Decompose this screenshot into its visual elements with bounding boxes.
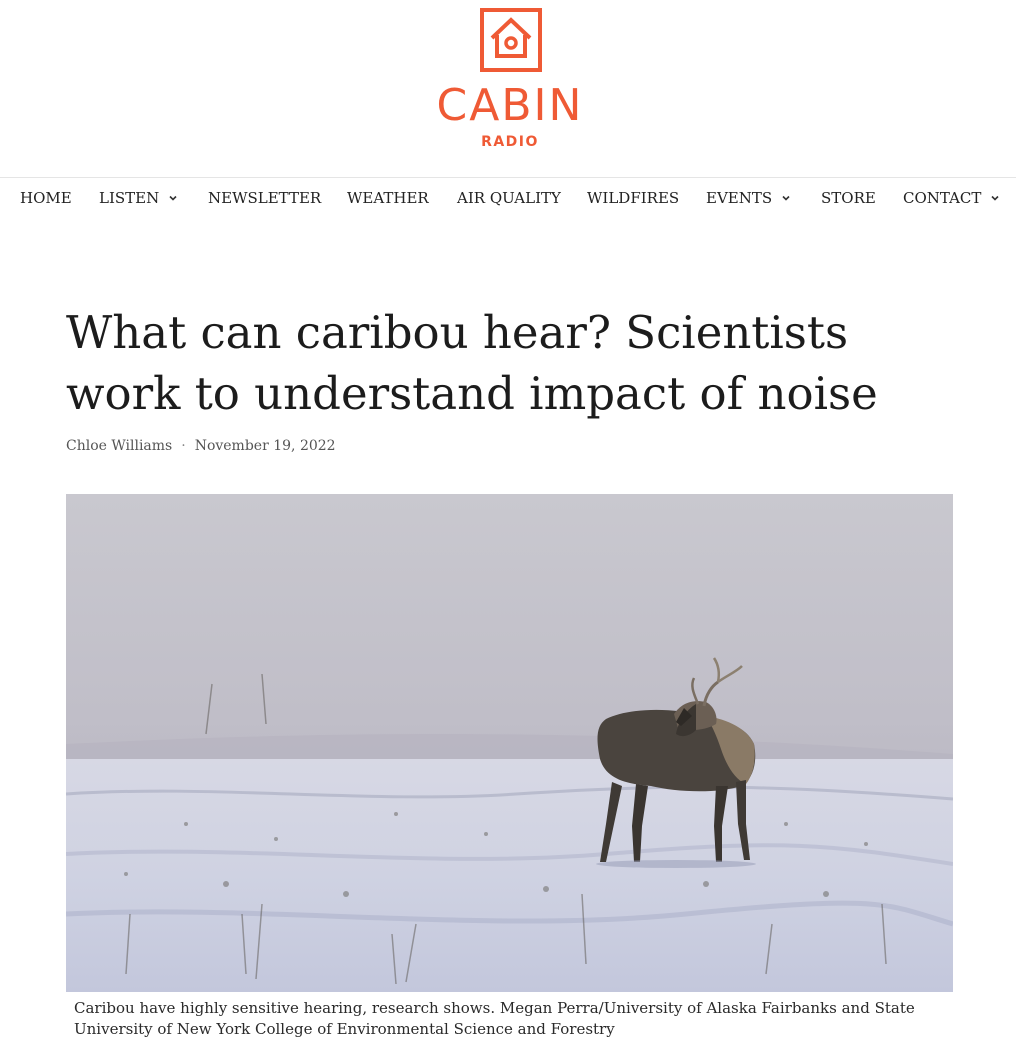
nav-item-home[interactable]: HOME <box>20 187 72 209</box>
nav-item-label: CONTACT <box>903 189 982 207</box>
article-title: What can caribou hear? Scientists work t… <box>66 306 878 420</box>
chevron-down-icon <box>169 195 177 201</box>
nav-item-weather[interactable]: WEATHER <box>347 187 429 209</box>
nav-item-label: AIR QUALITY <box>457 189 561 207</box>
nav-item-label: WILDFIRES <box>587 189 680 207</box>
article-hero-image <box>66 494 953 992</box>
nav-item-label: LISTEN <box>99 189 160 207</box>
author-link[interactable]: Chloe Williams <box>66 438 172 454</box>
chevron-down-icon <box>782 195 790 201</box>
nav-item-wildfires[interactable]: WILDFIRES <box>587 187 679 209</box>
nav-item-air-quality[interactable]: AIR QUALITY <box>457 187 561 209</box>
site-header: CABIN RADIO <box>0 0 1016 177</box>
nav-item-contact[interactable]: CONTACT <box>903 187 1000 209</box>
chevron-down-icon <box>991 195 999 201</box>
meta-separator: · <box>181 438 186 454</box>
nav-item-label: STORE <box>821 189 876 207</box>
nav-item-label: WEATHER <box>347 189 429 207</box>
nav-item-label: HOME <box>20 189 72 207</box>
site-subname: RADIO <box>481 134 539 150</box>
article-meta: Chloe Williams · November 19, 2022 <box>66 436 336 456</box>
caribou-photo <box>66 494 953 992</box>
cabin-house-icon <box>480 8 542 72</box>
site-logo[interactable]: CABIN RADIO <box>420 8 600 153</box>
image-caption: Caribou have highly sensitive hearing, r… <box>74 999 915 1038</box>
nav-item-store[interactable]: STORE <box>821 187 876 209</box>
main-nav: HOME LISTEN NEWSLETTER WEATHER AIR QUALI… <box>0 177 1016 217</box>
nav-item-label: EVENTS <box>706 189 773 207</box>
nav-item-events[interactable]: EVENTS <box>706 187 791 209</box>
site-name: CABIN <box>436 80 584 131</box>
nav-item-listen[interactable]: LISTEN <box>99 187 178 209</box>
nav-item-label: NEWSLETTER <box>208 189 322 207</box>
nav-item-newsletter[interactable]: NEWSLETTER <box>208 187 321 209</box>
publish-date: November 19, 2022 <box>194 438 336 454</box>
